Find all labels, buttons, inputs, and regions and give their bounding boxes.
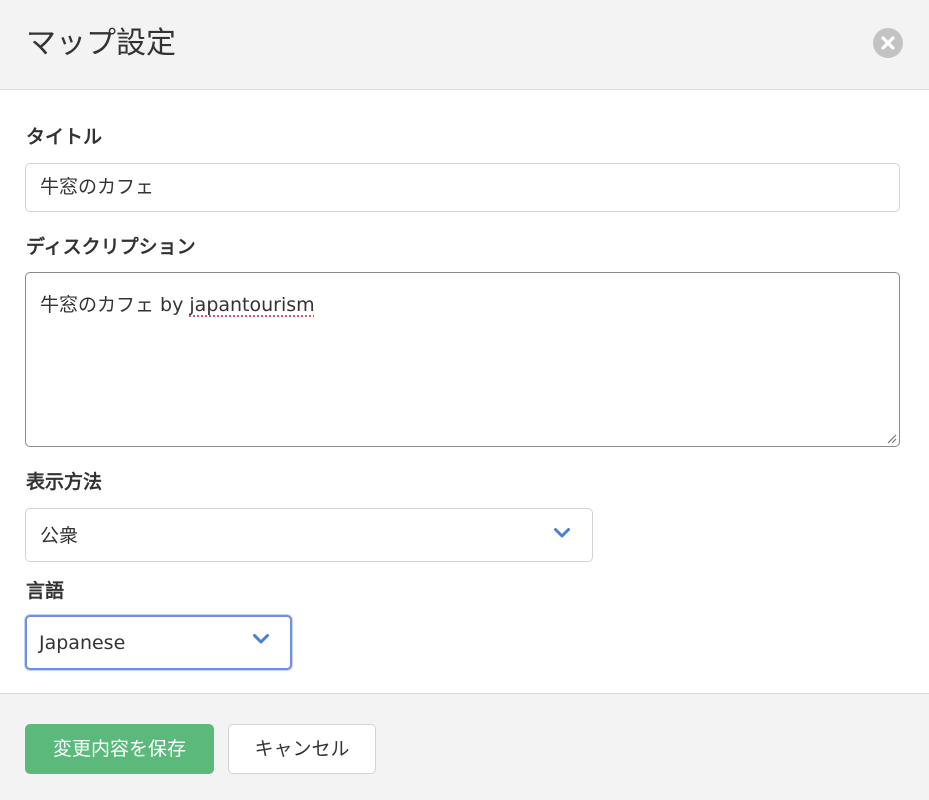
dialog-header: マップ設定 [0, 0, 929, 90]
visibility-select[interactable]: 公衆 [25, 508, 593, 562]
language-label: 言語 [26, 580, 65, 602]
description-textarea[interactable]: 牛窓のカフェ by japantourism [25, 272, 900, 447]
close-button[interactable] [873, 28, 903, 58]
visibility-label: 表示方法 [26, 471, 103, 493]
dialog-title: マップ設定 [26, 26, 176, 61]
close-icon [881, 36, 895, 50]
spellcheck-flagged-word: japantourism [189, 294, 315, 316]
resize-grip-icon[interactable] [885, 432, 897, 444]
visibility-select-value: 公衆 [40, 525, 79, 547]
map-settings-dialog: マップ設定 タイトル 牛窓のカフェ ディスクリプション 牛窓のカフェ by ja… [0, 0, 929, 800]
title-label: タイトル [26, 126, 103, 148]
chevron-down-icon [253, 634, 269, 644]
language-select[interactable]: Japanese [25, 615, 292, 670]
dialog-footer: 変更内容を保存 キャンセル [0, 693, 929, 800]
description-text: 牛窓のカフェ by [40, 294, 190, 316]
chevron-down-icon [554, 528, 570, 538]
description-label: ディスクリプション [26, 236, 196, 258]
language-select-value: Japanese [39, 632, 126, 654]
save-changes-button[interactable]: 変更内容を保存 [25, 724, 214, 774]
cancel-button[interactable]: キャンセル [228, 724, 376, 774]
title-input[interactable]: 牛窓のカフェ [25, 163, 900, 212]
